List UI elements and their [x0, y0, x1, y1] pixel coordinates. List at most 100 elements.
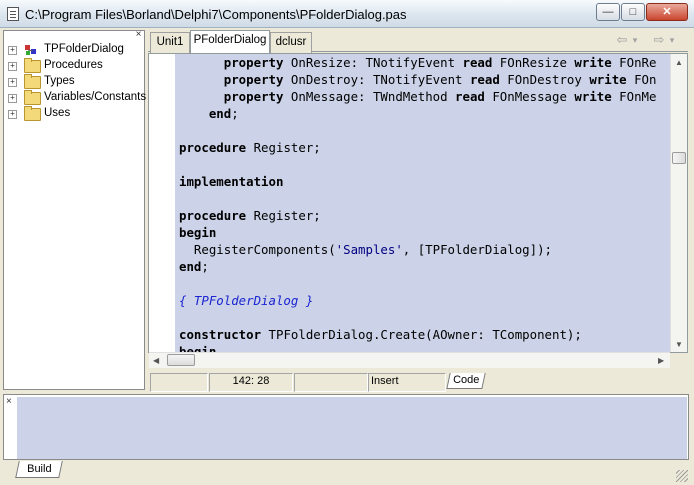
- back-arrow-icon[interactable]: ⇦: [614, 33, 630, 47]
- tree-item-label: Uses: [44, 107, 71, 119]
- code-token: FOnResize: [492, 55, 575, 70]
- code-token: RegisterComponents(: [179, 242, 336, 257]
- code-line[interactable]: { TPFolderDialog }: [179, 292, 313, 309]
- status-panel-blank: [150, 373, 208, 392]
- code-line[interactable]: constructor TPFolderDialog.Create(AOwner…: [179, 326, 582, 343]
- vertical-scroll-thumb[interactable]: [672, 152, 686, 164]
- code-token: Register;: [246, 208, 321, 223]
- code-line[interactable]: procedure Register;: [179, 139, 321, 156]
- code-token: procedure: [179, 140, 247, 155]
- code-token: begin: [179, 344, 217, 352]
- code-line[interactable]: RegisterComponents('Samples', [TPFolderD…: [179, 241, 552, 258]
- close-button[interactable]: ✕: [646, 3, 688, 21]
- scroll-up-icon[interactable]: ▲: [675, 58, 683, 67]
- tree-item-label: Procedures: [44, 59, 103, 71]
- code-token: property: [223, 89, 284, 104]
- code-line[interactable]: end;: [179, 258, 209, 275]
- code-area[interactable]: property OnResize: TNotifyEvent read FOn…: [175, 54, 670, 352]
- code-token: read: [462, 55, 493, 70]
- expand-icon[interactable]: +: [8, 94, 17, 103]
- code-token: implementation: [179, 174, 284, 189]
- code-token: Register;: [246, 140, 321, 155]
- folder-icon: [24, 106, 41, 121]
- tab-dclusr[interactable]: dclusr: [270, 32, 312, 53]
- expand-icon[interactable]: +: [8, 110, 17, 119]
- code-token: read: [469, 72, 500, 87]
- message-pane-close-icon[interactable]: ×: [6, 397, 16, 407]
- code-line[interactable]: property OnDestroy: TNotifyEvent read FO…: [179, 71, 657, 88]
- code-token: write: [574, 89, 612, 104]
- tree-item-label: Types: [44, 75, 75, 87]
- scroll-left-icon[interactable]: ◀: [153, 356, 159, 365]
- code-token: FOnDestroy: [499, 72, 590, 87]
- maximize-button[interactable]: □: [621, 3, 645, 21]
- class-icon: [25, 45, 36, 55]
- code-token: procedure: [179, 208, 247, 223]
- code-line[interactable]: procedure Register;: [179, 207, 321, 224]
- build-tab-label: Build: [26, 463, 52, 475]
- forward-menu-icon[interactable]: ▾: [667, 33, 677, 47]
- expand-icon[interactable]: +: [8, 62, 17, 71]
- code-line[interactable]: end;: [179, 105, 239, 122]
- expand-icon[interactable]: +: [8, 78, 17, 87]
- scroll-down-icon[interactable]: ▼: [675, 340, 683, 349]
- code-line[interactable]: property OnMessage: TWndMethod read FOnM…: [179, 88, 657, 105]
- vertical-scrollbar[interactable]: ▲ ▼: [670, 54, 687, 352]
- insert-mode: Insert: [368, 373, 446, 392]
- tab-pfolderdialog[interactable]: PFolderDialog: [190, 30, 270, 54]
- forward-arrow-icon[interactable]: ⇨: [651, 33, 667, 47]
- back-menu-icon[interactable]: ▾: [630, 33, 640, 47]
- code-line[interactable]: begin: [179, 343, 216, 352]
- code-line[interactable]: implementation: [179, 173, 283, 190]
- code-line[interactable]: begin: [179, 224, 216, 241]
- code-token: 'Samples': [335, 242, 403, 257]
- folder-icon: [24, 90, 41, 105]
- code-token: , [TPFolderDialog]);: [402, 242, 552, 257]
- folder-icon: [24, 58, 41, 73]
- minimize-button[interactable]: —: [596, 3, 620, 21]
- message-list[interactable]: [17, 397, 687, 459]
- code-token: FOn: [626, 72, 657, 87]
- code-explorer-panel: + TPFolderDialog + Procedures + Types + …: [3, 30, 147, 390]
- code-token: FOnMessage: [484, 89, 575, 104]
- tab-unit1[interactable]: Unit1: [150, 32, 190, 53]
- editor-gutter[interactable]: [149, 54, 175, 352]
- code-token: ;: [231, 106, 239, 121]
- tree-item-label: Variables/Constants: [44, 91, 147, 103]
- editor-tab-strip: Unit1 PFolderDialog dclusr ⇦ ▾ ⇨ ▾: [148, 30, 688, 54]
- folder-icon: [24, 74, 41, 89]
- resize-grip-icon[interactable]: [676, 470, 688, 482]
- cursor-position: 142: 28: [209, 373, 293, 392]
- code-token: end: [179, 259, 202, 274]
- code-token: write: [589, 72, 627, 87]
- window-title: C:\Program Files\Borland\Delphi7\Compone…: [25, 7, 407, 22]
- code-token: end: [208, 106, 232, 121]
- horizontal-scroll-thumb[interactable]: [167, 354, 195, 366]
- code-token: FOnRe: [611, 55, 657, 70]
- scroll-right-icon[interactable]: ▶: [658, 356, 664, 365]
- code-token: OnMessage: TWndMethod: [283, 89, 456, 104]
- horizontal-scrollbar[interactable]: ◀ ▶: [149, 352, 670, 368]
- code-token: ;: [201, 259, 209, 274]
- code-line[interactable]: property OnResize: TNotifyEvent read FOn…: [179, 54, 657, 71]
- build-tab[interactable]: Build: [15, 461, 63, 478]
- code-token: write: [574, 55, 612, 70]
- code-token: constructor: [179, 327, 262, 342]
- explorer-close-icon[interactable]: ×: [133, 30, 144, 40]
- code-token: OnResize: TNotifyEvent: [283, 55, 463, 70]
- code-token: read: [455, 89, 485, 104]
- code-token: OnDestroy: TNotifyEvent: [283, 72, 470, 87]
- code-view-tab[interactable]: Code: [446, 373, 486, 389]
- modified-indicator: [294, 373, 368, 392]
- code-token: TPFolderDialog.Create(AOwner: TComponent…: [261, 327, 582, 342]
- status-bar: 142: 28 Insert: [148, 371, 688, 392]
- code-view-tab-label: Code: [452, 374, 480, 386]
- tree-item-label: TPFolderDialog: [44, 43, 124, 55]
- code-token: { TPFolderDialog }: [179, 293, 314, 308]
- document-icon[interactable]: [7, 7, 19, 21]
- expand-icon[interactable]: +: [8, 46, 17, 55]
- code-token: FOnMe: [611, 89, 657, 104]
